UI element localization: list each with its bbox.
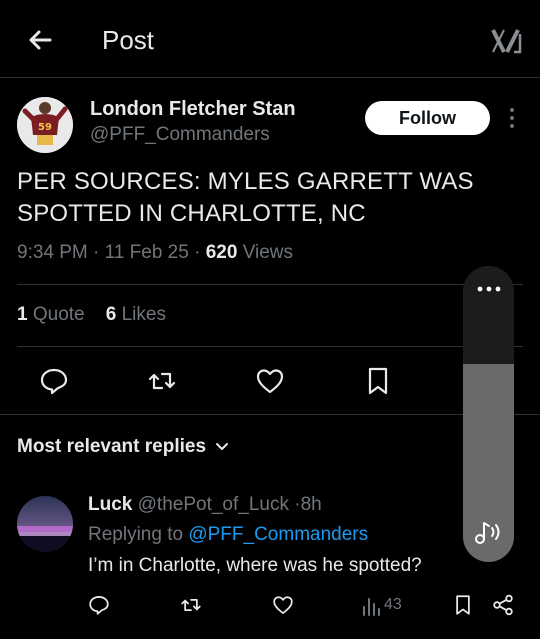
author-handle[interactable]: @PFF_Commanders bbox=[90, 124, 270, 146]
heart-icon[interactable] bbox=[272, 594, 294, 616]
reply-avatar[interactable] bbox=[17, 496, 73, 552]
media-volume-slider[interactable] bbox=[463, 266, 514, 562]
divider bbox=[0, 414, 540, 415]
more-vertical-icon[interactable] bbox=[502, 106, 522, 130]
reply-icon[interactable] bbox=[88, 594, 110, 616]
divider bbox=[17, 284, 523, 285]
replies-sort-dropdown[interactable]: Most relevant replies bbox=[17, 436, 230, 458]
page-title: Post bbox=[102, 25, 155, 55]
likes-link[interactable]: 6 Likes bbox=[106, 304, 166, 325]
reply-age: 8h bbox=[300, 494, 322, 515]
views-icon[interactable] bbox=[361, 595, 383, 617]
author-display-name[interactable]: London Fletcher Stan bbox=[90, 98, 296, 121]
meta-separator: · bbox=[93, 242, 105, 263]
reply-avatar-image bbox=[17, 496, 73, 552]
repost-icon[interactable] bbox=[147, 366, 177, 396]
back-arrow-icon[interactable] bbox=[24, 24, 56, 56]
repost-icon[interactable] bbox=[180, 594, 202, 616]
more-horizontal-icon[interactable] bbox=[475, 284, 503, 294]
author-avatar-image: 59 bbox=[17, 97, 73, 153]
bookmark-icon[interactable] bbox=[452, 594, 474, 616]
post-text-line: SPOTTED IN CHARLOTTE, NC bbox=[17, 200, 366, 227]
heart-icon[interactable] bbox=[255, 366, 285, 396]
reply-views-count: 43 bbox=[384, 596, 402, 613]
engagement-stats: 1 Quote 6 Likes bbox=[17, 304, 166, 326]
replying-to: Replying to @PFF_Commanders bbox=[88, 524, 368, 546]
chevron-down-icon bbox=[216, 443, 229, 450]
replying-prefix: Replying to bbox=[88, 524, 184, 545]
views-count: 620 bbox=[205, 242, 238, 263]
reply-header: Luck @thePot_of_Luck ·8h bbox=[88, 494, 322, 516]
likes-count: 6 bbox=[105, 304, 117, 325]
likes-label: Likes bbox=[121, 304, 166, 325]
replies-sort-label: Most relevant replies bbox=[17, 436, 207, 457]
svg-text:59: 59 bbox=[38, 122, 52, 133]
post-time: 9:34 PM bbox=[17, 242, 88, 263]
reply-icon[interactable] bbox=[39, 366, 69, 396]
post-date: 11 Feb 25 bbox=[104, 242, 189, 263]
divider bbox=[17, 346, 523, 347]
music-note-icon[interactable] bbox=[473, 518, 505, 546]
meta-separator: · bbox=[194, 242, 206, 263]
post-text: PER SOURCES: MYLES GARRETT WAS SPOTTED I… bbox=[17, 166, 517, 230]
follow-button[interactable]: Follow bbox=[365, 101, 490, 135]
reply-author-name[interactable]: Luck bbox=[88, 494, 132, 515]
reply-text: I’m in Charlotte, where was he spotted? bbox=[88, 555, 422, 576]
top-bar: Post bbox=[0, 0, 540, 78]
post-meta: 9:34 PM · 11 Feb 25 · 620 Views bbox=[17, 242, 293, 264]
slider-track-empty bbox=[463, 266, 514, 364]
quotes-count: 1 bbox=[17, 304, 28, 325]
reply-mention-link[interactable]: @PFF_Commanders bbox=[188, 524, 368, 545]
bookmark-icon[interactable] bbox=[363, 366, 393, 396]
author-avatar[interactable]: 59 bbox=[17, 97, 73, 153]
views-label: Views bbox=[242, 242, 294, 263]
post-text-line: PER SOURCES: MYLES GARRETT WAS bbox=[17, 168, 474, 195]
reply-author-handle[interactable]: @thePot_of_Luck bbox=[138, 494, 289, 515]
quotes-link[interactable]: 1 Quote bbox=[17, 304, 85, 325]
share-icon[interactable] bbox=[492, 594, 514, 616]
x-logo-icon bbox=[491, 29, 522, 54]
quotes-label: Quote bbox=[32, 304, 85, 325]
